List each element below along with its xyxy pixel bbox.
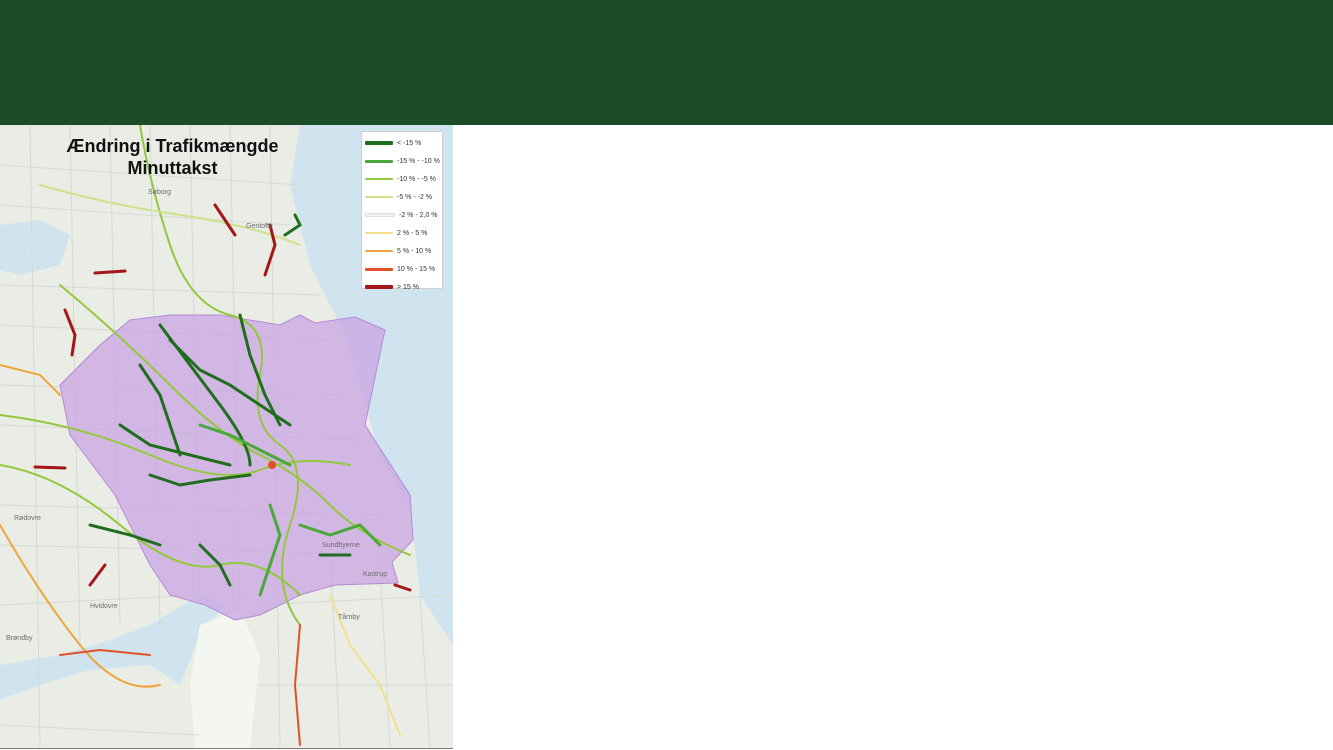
- legend-item: -2 % - 2,0 %: [362, 206, 442, 224]
- legend-swatch: [365, 213, 395, 217]
- map-title-line-2: Minuttakst: [127, 158, 218, 178]
- place-label: Gentofte: [246, 223, 273, 230]
- legend-label: > 15 %: [397, 283, 419, 291]
- legend-label: -5 % - -2 %: [397, 193, 433, 201]
- legend-item: < -15 %: [362, 134, 442, 152]
- legend-label: -10 % - -5 %: [397, 175, 436, 183]
- legend-swatch: [365, 159, 393, 163]
- city-center-marker: [268, 461, 276, 469]
- legend-swatch: [365, 285, 393, 289]
- legend-item: 5 % - 10 %: [362, 242, 442, 260]
- place-label: Kastrup: [363, 571, 388, 578]
- header-band: [0, 0, 1333, 125]
- legend-label: 2 % - 5 %: [397, 229, 428, 237]
- legend-swatch: [365, 250, 393, 252]
- map-title: Ændring i Trafikmængde Minuttakst: [30, 135, 315, 179]
- legend-item: -5 % - -2 %: [362, 188, 442, 206]
- map-legend: < -15 % -15 % - -10 % -10 % - -5 % -5 % - -…: [361, 131, 443, 291]
- legend-item: -10 % - -5 %: [362, 170, 442, 188]
- place-label: Tårnby: [338, 614, 360, 621]
- legend-label: -2 % - 2,0 %: [399, 211, 438, 219]
- legend-swatch: [365, 196, 393, 198]
- place-label: Rødovre: [14, 515, 41, 522]
- map-title-line-1: Ændring i Trafikmængde: [66, 136, 279, 156]
- legend-item: 10 % - 15 %: [362, 260, 442, 278]
- legend-item: 2 % - 5 %: [362, 224, 442, 242]
- legend-swatch: [365, 267, 393, 271]
- place-label: Sundbyerne: [322, 542, 360, 549]
- place-label: Hvidovre: [90, 603, 118, 610]
- legend-item: > 15 %: [362, 278, 442, 296]
- place-label: Brøndby: [6, 635, 33, 642]
- legend-label: -15 % - -10 %: [397, 157, 440, 165]
- legend-swatch: [365, 232, 393, 234]
- legend-swatch: [365, 141, 393, 145]
- legend-label: 10 % - 15 %: [397, 265, 436, 273]
- legend-swatch: [365, 178, 393, 180]
- legend-label: 5 % - 10 %: [397, 247, 432, 255]
- legend-label: < -15 %: [397, 139, 422, 147]
- legend-item: -15 % - -10 %: [362, 152, 442, 170]
- traffic-change-map: Ændring i Trafikmængde Minuttakst < -15 …: [0, 125, 453, 749]
- place-label: Søborg: [148, 189, 171, 196]
